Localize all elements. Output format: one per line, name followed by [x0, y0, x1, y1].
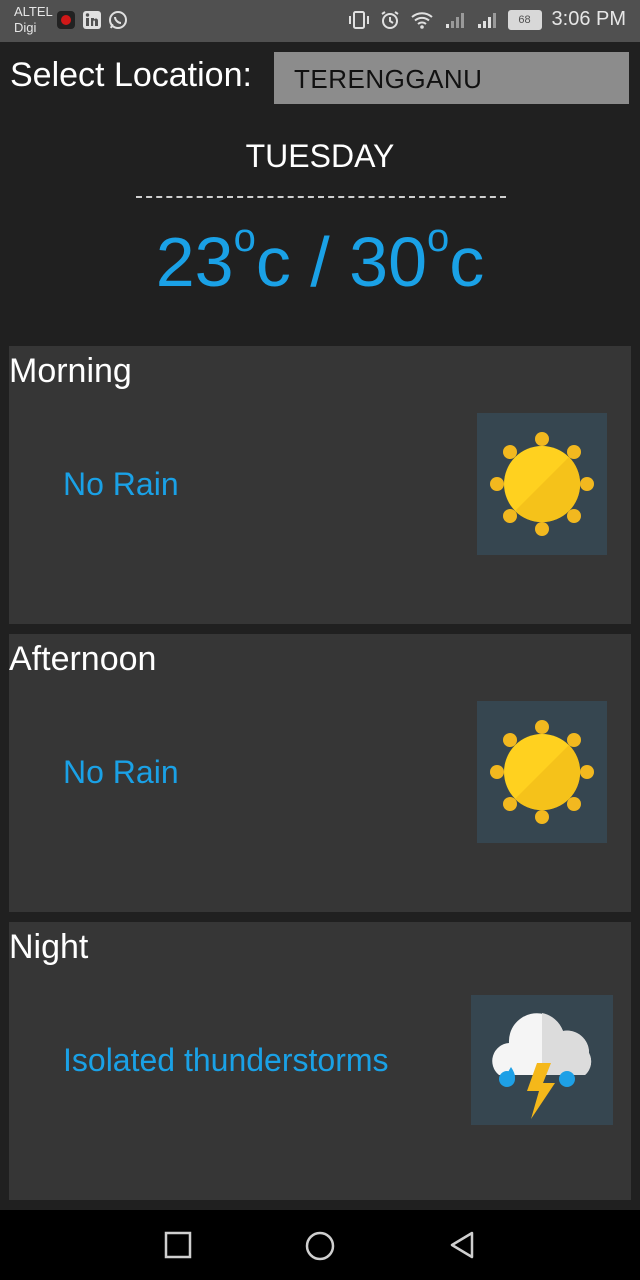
whatsapp-icon [109, 11, 127, 29]
forecast-card-night: Night Isolated thunderstorms [9, 922, 631, 1200]
signal-icon [477, 12, 496, 28]
vibrate-icon [348, 10, 369, 29]
temp-unit: c [449, 223, 485, 301]
forecast-card-afternoon: Afternoon No Rain [9, 634, 631, 912]
recorder-icon [57, 11, 75, 29]
forecast-card-morning: Morning No Rain [9, 346, 631, 624]
recent-apps-icon[interactable] [163, 1230, 193, 1260]
signal-weak-icon [445, 12, 464, 28]
period-forecast: No Rain [63, 466, 179, 502]
day-label: TUESDAY [245, 138, 395, 174]
period-title: Afternoon [9, 640, 157, 678]
home-icon[interactable] [304, 1230, 336, 1262]
divider [136, 196, 506, 198]
carrier-name-2: Digi [14, 20, 37, 35]
battery-icon: 68 [507, 9, 542, 30]
system-nav-bar [0, 1210, 640, 1280]
temp-unit: c [255, 223, 291, 301]
period-forecast: No Rain [63, 754, 179, 790]
back-icon[interactable] [448, 1230, 478, 1260]
linkedin-icon [83, 11, 101, 29]
period-title: Morning [9, 352, 132, 390]
notification-icons [56, 10, 128, 30]
location-label: Select Location: [10, 56, 252, 94]
wifi-icon [410, 11, 433, 29]
degree-symbol: o [233, 216, 256, 260]
alarm-icon [380, 10, 399, 29]
location-selected-value: TERENGGANU [294, 64, 483, 94]
sun-icon [477, 701, 607, 843]
period-title: Night [9, 928, 89, 966]
system-icons: 68 3:06 PM [348, 8, 626, 31]
temperature-range: 23oc / 30oc [0, 216, 640, 302]
temp-high: 30 [349, 223, 428, 301]
temp-separator: / [310, 223, 330, 301]
carrier-info: ALTEL Digi [14, 4, 53, 36]
period-forecast: Isolated thunderstorms [63, 1042, 389, 1078]
degree-symbol: o [427, 216, 450, 260]
sun-icon [477, 413, 607, 555]
temp-low: 23 [155, 223, 234, 301]
carrier-name-1: ALTEL [14, 4, 53, 19]
location-dropdown[interactable]: TERENGGANU [274, 52, 629, 104]
thunderstorm-icon [471, 995, 613, 1125]
status-bar: ALTEL Digi 68 3:06 PM [0, 0, 640, 42]
clock: 3:06 PM [551, 8, 626, 30]
